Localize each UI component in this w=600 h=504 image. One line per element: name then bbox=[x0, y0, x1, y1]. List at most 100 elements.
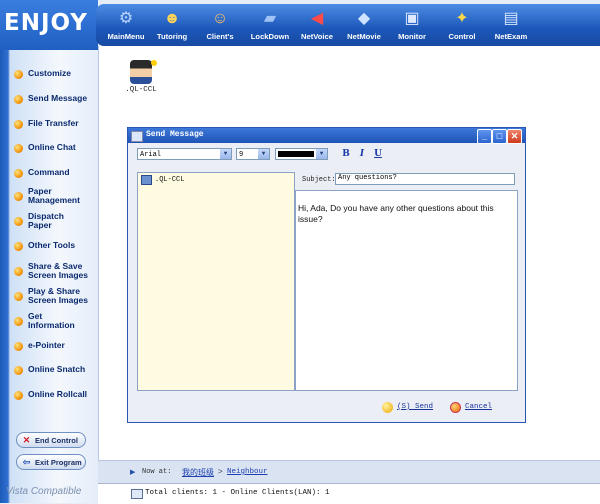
status-text: Total clients: 1 - Online Clients(LAN): … bbox=[145, 489, 330, 497]
minimize-button[interactable]: _ bbox=[477, 129, 492, 144]
movie-icon: ◆ bbox=[357, 10, 371, 27]
font-size-select[interactable]: 9 ▼ bbox=[236, 148, 270, 160]
sidebar-item-get-information[interactable]: Get Information bbox=[8, 309, 96, 333]
breadcrumb: ▶ Now at: 我的班级 > Neighbour bbox=[98, 460, 600, 483]
breadcrumb-current-link[interactable]: Neighbour bbox=[227, 468, 268, 476]
breadcrumb-group-link[interactable]: 我的班级 bbox=[182, 467, 214, 478]
subject-input[interactable]: Any questions? bbox=[335, 173, 515, 185]
exit-program-button[interactable]: ⇦ Exit Program bbox=[16, 454, 86, 470]
bullet-icon bbox=[14, 143, 23, 153]
toolbar-tutoring[interactable]: ☻ Tutoring bbox=[152, 4, 192, 46]
send-icon bbox=[382, 401, 393, 413]
bold-button[interactable]: B bbox=[340, 148, 352, 160]
vista-compatible-text: Vista Compatible bbox=[6, 486, 82, 497]
x-icon: ✕ bbox=[22, 434, 31, 445]
sidebar-item-label: Online Chat bbox=[28, 142, 76, 153]
send-message-dialog: Send Message _ □ ✕ Arial ▼ 9 ▼ ▼ B I U .QL… bbox=[127, 127, 526, 423]
bullet-icon bbox=[14, 216, 23, 226]
cancel-button[interactable]: Cancel bbox=[450, 400, 492, 414]
font-color-select[interactable]: ▼ bbox=[275, 148, 328, 160]
message-text: Hi, Ada, Do you have any other questions… bbox=[298, 203, 494, 224]
satellite-icon: ✦ bbox=[455, 10, 469, 27]
sidebar-item-label: Share & Save Screen Images bbox=[28, 260, 89, 280]
cancel-label: Cancel bbox=[465, 403, 493, 411]
breadcrumb-prefix: Now at: bbox=[142, 468, 172, 476]
recipient-item[interactable]: .QL-CCL bbox=[141, 175, 184, 185]
toolbar-monitor[interactable]: ▣ Monitor bbox=[392, 4, 432, 46]
sidebar-item-label: Other Tools bbox=[28, 240, 76, 251]
toolbar-netvoice[interactable]: ◀ NetVoice bbox=[296, 4, 338, 46]
brand-logo: ENJOY bbox=[4, 10, 88, 36]
sidebar-item-paper-management[interactable]: Paper Management bbox=[8, 184, 96, 208]
sidebar-item-online-chat[interactable]: Online Chat bbox=[8, 136, 96, 160]
bullet-icon bbox=[14, 69, 23, 79]
gear-icon: ⚙ bbox=[118, 10, 134, 27]
sidebar-item-send-message[interactable]: Send Message bbox=[8, 87, 96, 111]
tutor-icon: ☻ bbox=[163, 10, 181, 27]
sidebar-item-online-snatch[interactable]: Online Snatch bbox=[8, 358, 96, 382]
bullet-icon bbox=[14, 119, 23, 129]
sidebar-item-e-pointer[interactable]: e-Pointer bbox=[8, 334, 96, 358]
chevron-down-icon: ▼ bbox=[258, 149, 269, 159]
font-size-value: 9 bbox=[239, 151, 244, 159]
toolbar-mainmenu[interactable]: ⚙ MainMenu bbox=[104, 4, 148, 46]
toolbar-label: LockDown bbox=[250, 32, 290, 41]
exit-program-label: Exit Program bbox=[35, 457, 82, 467]
sidebar-item-label: File Transfer bbox=[28, 118, 79, 129]
bullet-icon bbox=[14, 266, 23, 276]
sidebar-item-label: Online Snatch bbox=[28, 364, 86, 375]
sidebar-item-online-rollcall[interactable]: Online Rollcall bbox=[8, 383, 96, 407]
sidebar-item-other-tools[interactable]: Other Tools bbox=[8, 234, 96, 258]
chevron-down-icon: ▼ bbox=[220, 149, 231, 159]
megaphone-icon: ◀ bbox=[310, 10, 324, 27]
sidebar-item-dispatch-paper[interactable]: Dispatch Paper bbox=[8, 209, 96, 233]
sidebar-item-share-save-screen[interactable]: Share & Save Screen Images bbox=[8, 259, 96, 283]
exit-icon: ⇦ bbox=[22, 456, 31, 467]
bullet-icon bbox=[14, 291, 23, 301]
toolbar-label: NetExam bbox=[494, 32, 528, 41]
bullet-icon bbox=[14, 94, 23, 104]
toolbar-netmovie[interactable]: ◆ NetMovie bbox=[342, 4, 386, 46]
bullet-icon bbox=[14, 168, 23, 178]
top-toolbar: ⚙ MainMenu ☻ Tutoring ☺ Client's ▰ LockDown … bbox=[96, 4, 600, 46]
toolbar-label: NetVoice bbox=[301, 32, 333, 41]
toolbar-lockdown[interactable]: ▰ LockDown bbox=[248, 4, 292, 46]
end-control-button[interactable]: ✕ End Control bbox=[16, 432, 86, 448]
font-select[interactable]: Arial ▼ bbox=[137, 148, 232, 160]
sidebar-item-label: Dispatch Paper bbox=[28, 210, 64, 230]
exam-icon: ▤ bbox=[503, 10, 519, 27]
message-body-input[interactable]: Hi, Ada, Do you have any other questions… bbox=[295, 190, 518, 391]
underline-button[interactable]: U bbox=[372, 148, 384, 160]
online-indicator-icon bbox=[151, 60, 157, 66]
sidebar-item-label: Paper Management bbox=[28, 185, 80, 205]
arrow-right-icon: ▶ bbox=[130, 469, 136, 476]
bullet-icon bbox=[14, 390, 23, 400]
sidebar: ENJOY Customize Send Message File Transf… bbox=[0, 0, 98, 503]
sidebar-item-command[interactable]: Command bbox=[8, 161, 96, 185]
toolbar-label: MainMenu bbox=[107, 32, 145, 41]
send-button[interactable]: (S) Send bbox=[382, 400, 433, 414]
dialog-footer: (S) Send Cancel bbox=[128, 394, 525, 422]
client-computer[interactable]: .QL-CCL bbox=[121, 60, 161, 94]
cancel-icon bbox=[450, 401, 461, 413]
monitor-icon: ▣ bbox=[404, 10, 420, 27]
network-icon bbox=[131, 489, 143, 499]
lock-icon: ▰ bbox=[263, 10, 277, 27]
maximize-button[interactable]: □ bbox=[492, 129, 507, 144]
toolbar-control[interactable]: ✦ Control bbox=[442, 4, 482, 46]
bullet-icon bbox=[14, 316, 23, 326]
toolbar-netexam[interactable]: ▤ NetExam bbox=[490, 4, 532, 46]
toolbar-clients[interactable]: ☺ Client's bbox=[200, 4, 240, 46]
recipient-list[interactable]: .QL-CCL bbox=[137, 172, 295, 391]
sidebar-item-label: e-Pointer bbox=[28, 340, 65, 351]
bullet-icon bbox=[14, 341, 23, 351]
bullet-icon bbox=[14, 191, 23, 201]
italic-button[interactable]: I bbox=[356, 148, 368, 160]
close-button[interactable]: ✕ bbox=[507, 129, 522, 144]
sidebar-item-file-transfer[interactable]: File Transfer bbox=[8, 112, 96, 136]
subject-label: Subject: bbox=[302, 176, 336, 184]
sidebar-item-label: Play & Share Screen Images bbox=[28, 285, 89, 305]
sidebar-item-play-share-screen[interactable]: Play & Share Screen Images bbox=[8, 284, 96, 308]
recipient-name: .QL-CCL bbox=[155, 176, 185, 184]
sidebar-item-customize[interactable]: Customize bbox=[8, 62, 96, 86]
